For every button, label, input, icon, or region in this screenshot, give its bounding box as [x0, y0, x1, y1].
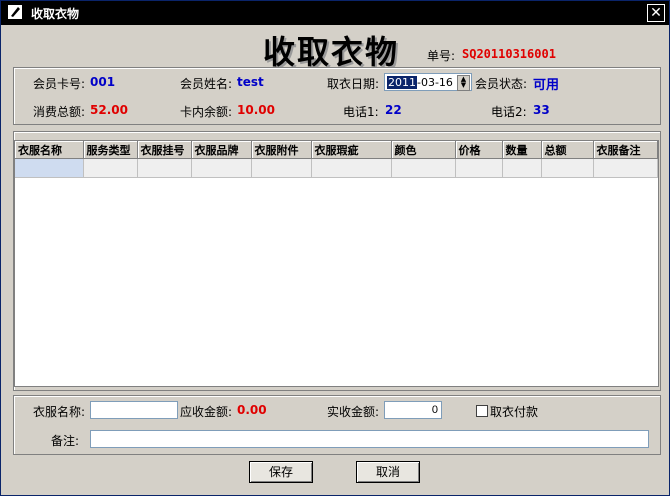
- remark-input[interactable]: [90, 430, 649, 448]
- actual-amount-label: 实收金额:: [327, 405, 380, 419]
- column-header[interactable]: 衣服备注: [593, 141, 658, 159]
- balance-label: 卡内余额:: [180, 105, 233, 119]
- column-header[interactable]: 颜色: [391, 141, 456, 159]
- table-header-row: 衣服名称 服务类型 衣服挂号 衣服品牌 衣服附件 衣服瑕疵 颜色 价格 数量 总…: [15, 141, 658, 159]
- cancel-button[interactable]: 取消: [356, 461, 420, 483]
- order-number-label: 单号:: [427, 49, 456, 63]
- status-label: 会员状态:: [475, 77, 528, 91]
- window-title: 收取衣物: [31, 7, 80, 21]
- actual-amount-input[interactable]: [384, 401, 442, 419]
- phone1-value: 22: [385, 103, 402, 117]
- column-header[interactable]: 衣服名称: [15, 141, 84, 159]
- pickup-date-picker[interactable]: 2011-03-16 ▲ ▼: [384, 73, 472, 91]
- table-cell[interactable]: [83, 158, 138, 178]
- table-cell[interactable]: [137, 158, 192, 178]
- column-header[interactable]: 衣服附件: [251, 141, 312, 159]
- table-cell[interactable]: [593, 158, 658, 178]
- table-cell[interactable]: [191, 158, 252, 178]
- balance-value: 10.00: [237, 103, 275, 117]
- total-value: 52.00: [90, 103, 128, 117]
- receivable-label: 应收金额:: [180, 405, 233, 419]
- table-cell[interactable]: [455, 158, 503, 178]
- card-value: 001: [90, 75, 116, 89]
- total-label: 消费总额:: [33, 105, 86, 119]
- date-year: 2011: [387, 76, 417, 89]
- table-cell[interactable]: [251, 158, 312, 178]
- column-header[interactable]: 服务类型: [83, 141, 138, 159]
- date-rest: -03-16: [417, 76, 453, 89]
- pencil-icon: [8, 5, 22, 19]
- close-button[interactable]: ✕: [647, 4, 665, 22]
- remark-label: 备注:: [51, 434, 80, 448]
- table-cell[interactable]: [391, 158, 456, 178]
- column-header[interactable]: 衣服品牌: [191, 141, 252, 159]
- phone2-label: 电话2:: [491, 105, 527, 119]
- pay-on-pickup-checkbox[interactable]: [476, 405, 488, 417]
- table-row[interactable]: [15, 158, 658, 178]
- table-cell[interactable]: [311, 158, 392, 178]
- table-cell[interactable]: [502, 158, 542, 178]
- receivable-value: 0.00: [237, 403, 267, 417]
- date-spinner-icon[interactable]: ▲ ▼: [457, 75, 470, 91]
- save-button[interactable]: 保存: [249, 461, 313, 483]
- cloth-name-label: 衣服名称:: [33, 405, 86, 419]
- name-label: 会员姓名:: [180, 77, 233, 91]
- column-header[interactable]: 衣服瑕疵: [311, 141, 392, 159]
- pay-on-pickup-label: 取衣付款: [490, 405, 539, 419]
- status-value: 可用: [533, 78, 560, 93]
- title-bar: 收取衣物 ✕: [1, 1, 669, 25]
- phone2-value: 33: [533, 103, 550, 117]
- card-label: 会员卡号:: [33, 77, 86, 91]
- phone1-label: 电话1:: [343, 105, 379, 119]
- column-header[interactable]: 价格: [455, 141, 503, 159]
- clothes-table[interactable]: 衣服名称 服务类型 衣服挂号 衣服品牌 衣服附件 衣服瑕疵 颜色 价格 数量 总…: [14, 140, 659, 387]
- table-cell[interactable]: [541, 158, 594, 178]
- dialog-window: 收取衣物 ✕ 收取衣物 单号: SQ20110316001 会员卡号: 001 …: [0, 0, 670, 496]
- column-header[interactable]: 衣服挂号: [137, 141, 192, 159]
- date-label: 取衣日期:: [327, 77, 380, 91]
- name-value: test: [237, 75, 264, 89]
- table-cell[interactable]: [15, 158, 84, 178]
- order-number-value: SQ20110316001: [462, 47, 556, 61]
- column-header[interactable]: 数量: [502, 141, 542, 159]
- column-header[interactable]: 总额: [541, 141, 594, 159]
- cloth-name-input[interactable]: [90, 401, 178, 419]
